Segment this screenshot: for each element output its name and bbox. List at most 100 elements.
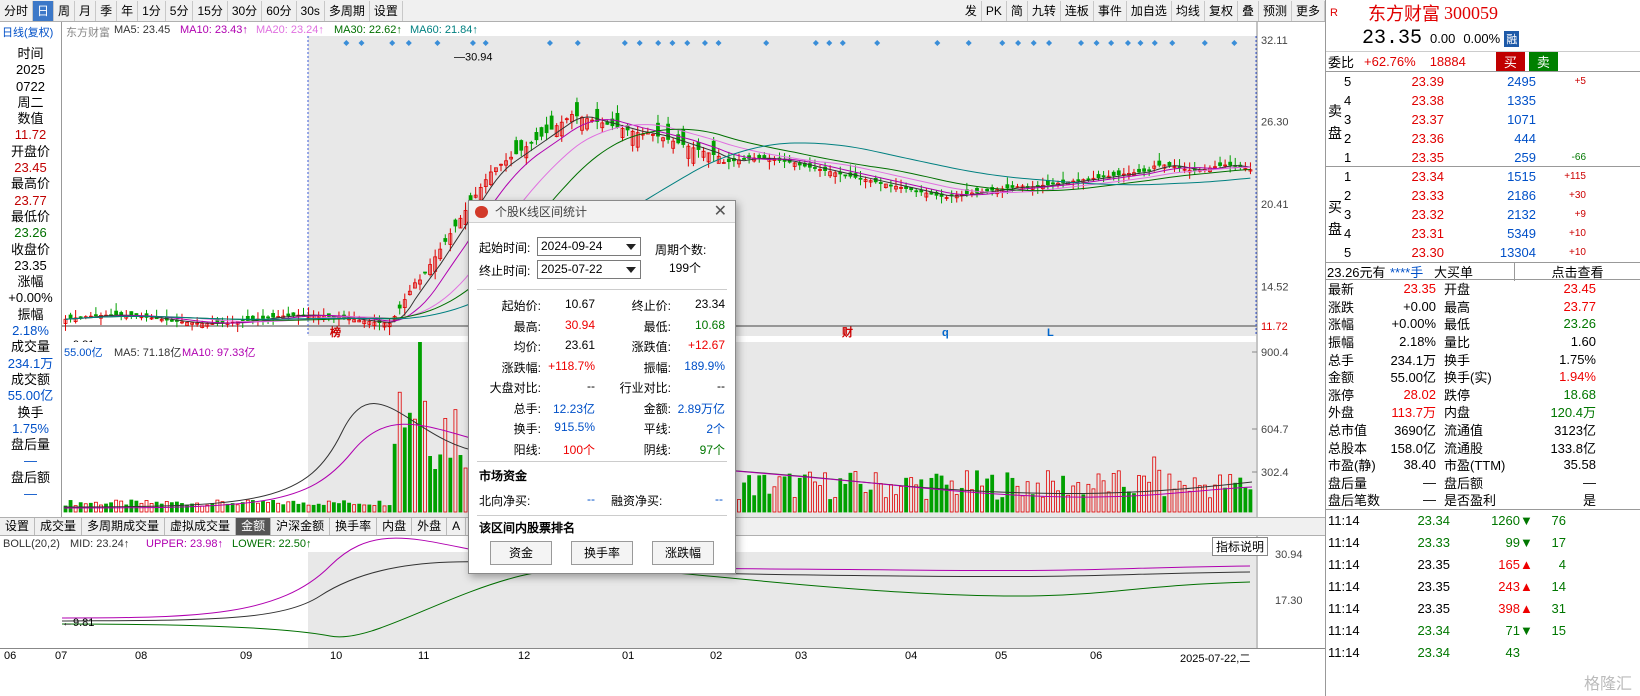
period-tab-2[interactable]: 周 [54, 0, 76, 21]
indicator-tab-6[interactable]: 换手率 [330, 518, 378, 535]
rank-change-button[interactable]: 涨跌幅 [652, 541, 714, 565]
tool-button-2[interactable]: 简 [1007, 0, 1028, 21]
sell-level-row[interactable]: 3 23.37 1071 [1326, 110, 1640, 129]
stat-value: 23.26 [1563, 316, 1596, 332]
period-tab-10[interactable]: 60分 [262, 0, 297, 21]
indicator-tab-4[interactable]: 金额 [236, 518, 272, 535]
amount-bar [316, 503, 321, 513]
stat-value: 158.0亿 [1390, 440, 1436, 456]
period-tab-5[interactable]: 年 [117, 0, 139, 21]
period-tab-9[interactable]: 30分 [228, 0, 263, 21]
period-tab-8[interactable]: 15分 [193, 0, 228, 21]
amount-bar [367, 504, 372, 513]
stat-label: 流通值 [1444, 423, 1484, 439]
buy-level-row[interactable]: 2 23.33 2186 +30 [1326, 186, 1640, 205]
after-hours-vol-label: 盘后量 [10, 437, 50, 453]
tick-price: 23.35 [1417, 601, 1450, 617]
tool-button-5[interactable]: 事件 [1094, 0, 1127, 21]
sell-level-row[interactable]: 1 23.35 259 -66 [1326, 148, 1640, 167]
end-date-select[interactable]: 2025-07-22 [537, 260, 641, 279]
interval-stat-value: 97个 [699, 442, 725, 457]
event-marker: L [1047, 327, 1054, 339]
period-tab-12[interactable]: 多周期 [325, 0, 370, 21]
stat-label: 市盈(TTM) [1444, 458, 1506, 474]
dialog-titlebar: 个股K线区间统计 ✕ [469, 201, 735, 223]
watermark: 格隆汇 [1583, 676, 1632, 693]
interval-stat-value: 189.9% [684, 358, 725, 373]
amount-bar [271, 499, 276, 513]
candle-body [595, 108, 600, 122]
period-tab-0[interactable]: 分时 [0, 0, 34, 21]
start-date-select[interactable]: 2024-09-24 [537, 237, 641, 256]
stat-value: 3690亿 [1394, 423, 1436, 439]
sell-level-row[interactable]: 5 23.39 2495 +5 [1326, 72, 1640, 91]
interval-stat-label: 总手: [513, 401, 541, 416]
sell-level-row[interactable]: 4 23.38 1335 [1326, 91, 1640, 110]
indicator-tab-5[interactable]: 沪深金额 [271, 518, 331, 535]
candle-body [1051, 182, 1055, 185]
indicator-tab-2[interactable]: 多周期成交量 [82, 518, 166, 535]
volume-axis-tick: 900.4 [1261, 347, 1289, 359]
tool-button-6[interactable]: 加自选 [1127, 0, 1172, 21]
indicator-tab-8[interactable]: 外盘 [412, 518, 448, 535]
stat-value: 23.45 [1563, 281, 1596, 297]
stat-value: +0.00% [1391, 316, 1436, 332]
buy-level-row[interactable]: 4 23.31 5349 +10 [1326, 224, 1640, 243]
period-tab-11[interactable]: 30s [297, 0, 325, 21]
rank-turnover-button[interactable]: 换手率 [571, 541, 633, 565]
tool-button-8[interactable]: 复权 [1205, 0, 1238, 21]
sell-level-row[interactable]: 2 23.36 444 [1326, 129, 1640, 148]
price-axis-tick: 11.72 [1261, 321, 1288, 333]
amount-bar [337, 503, 341, 513]
candle-body [68, 314, 73, 319]
arrow-up-icon: ▲ [1520, 579, 1533, 595]
tool-button-4[interactable]: 连板 [1061, 0, 1094, 21]
indicator-tab-7[interactable]: 内盘 [377, 518, 413, 535]
buy-level-row[interactable]: 3 23.32 2132 +9 [1326, 205, 1640, 224]
view-big-order-link[interactable]: 点击查看 [1514, 261, 1640, 281]
tool-button-11[interactable]: 更多 [1292, 0, 1325, 21]
order-book: 5 23.39 2495 +5 4 23.38 1335 3 23.37 1071 2 23.36 44… [1326, 72, 1640, 262]
sell-button[interactable]: 卖 [1528, 52, 1558, 71]
change-value: +0.00% [8, 290, 53, 306]
tool-button-7[interactable]: 均线 [1172, 0, 1205, 21]
tool-button-3[interactable]: 九转 [1028, 0, 1061, 21]
big-order-price: 23.26元有 [1327, 264, 1386, 280]
indicator-tab-9[interactable]: A [447, 518, 467, 535]
interval-stat-label: 大盘对比: [489, 381, 541, 395]
candle-body [666, 123, 670, 140]
candle-body [261, 315, 265, 319]
indicator-tab-0[interactable]: 设置 [0, 518, 36, 535]
candle-body [914, 190, 919, 193]
tick-time: 11:14 [1328, 623, 1360, 639]
rank-funds-button[interactable]: 资金 [490, 541, 552, 565]
period-tab-6[interactable]: 1分 [138, 0, 166, 21]
tool-button-1[interactable]: PK [982, 0, 1007, 21]
buy-level-row[interactable]: 1 23.34 1515 +115 [1326, 167, 1640, 186]
sell-volume: 259 [1514, 149, 1536, 165]
period-tab-4[interactable]: 季 [96, 0, 118, 21]
buy-button[interactable]: 买 [1495, 52, 1525, 71]
candle-body [519, 140, 524, 151]
amount-bar [843, 483, 848, 513]
sell-level: 4 [1344, 93, 1352, 108]
tool-button-10[interactable]: 预测 [1259, 0, 1292, 21]
period-toolbar: 分时日周月季年 1分 5分 15分 30分 60分 30s 多周期 设置 发 PK 简九转 连板 事件 加自… [0, 0, 1325, 22]
buy-level-row[interactable]: 5 23.30 13304 +10 [1326, 243, 1640, 262]
period-tab-7[interactable]: 5分 [166, 0, 194, 21]
indicator-explain-button[interactable]: 指标说明 [1212, 537, 1269, 556]
tick-row: 11:14 23.34 71 ▼ 15 [1326, 620, 1640, 642]
period-tab-13[interactable]: 设置 [370, 0, 403, 21]
indicator-tab-1[interactable]: 成交量 [35, 518, 83, 535]
indicator-tab-3[interactable]: 虚拟成交量 [165, 518, 237, 535]
date-tick: 2025-07-22,二 [1180, 653, 1251, 665]
amount-bar [392, 443, 397, 513]
close-icon[interactable]: ✕ [714, 201, 727, 223]
tool-button-9[interactable]: 叠 [1238, 0, 1259, 21]
period-tab-3[interactable]: 月 [75, 0, 97, 21]
tool-button-0[interactable]: 发 [961, 0, 982, 21]
candle-body [453, 219, 458, 227]
stat-label: 振幅 [1328, 335, 1355, 351]
period-tab-1[interactable]: 日 [33, 0, 55, 21]
stat-label: 金额 [1328, 370, 1355, 386]
